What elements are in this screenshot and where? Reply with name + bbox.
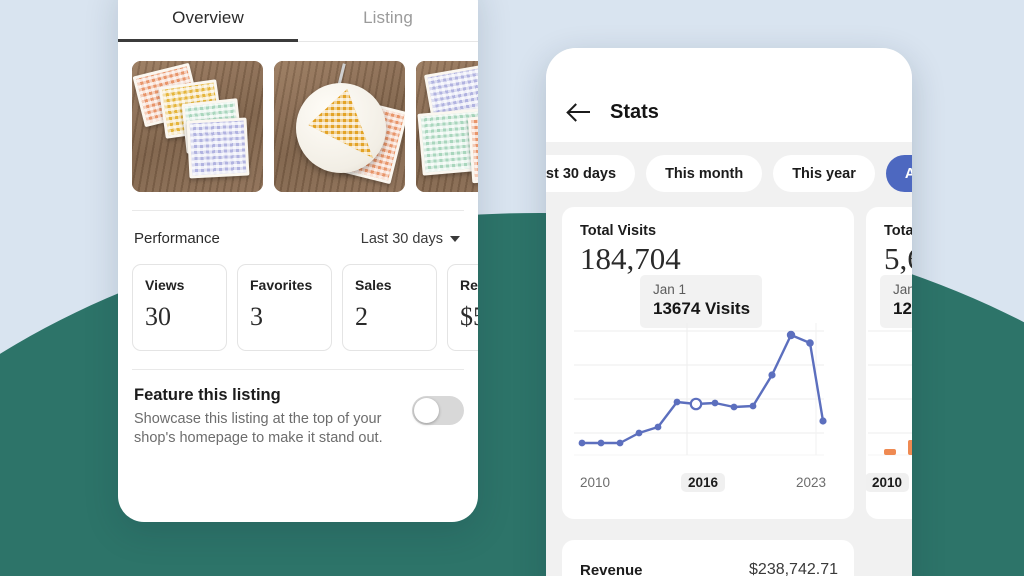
chart-tooltip: Jan 1 13674 Visits	[640, 275, 763, 328]
metric-cards-strip: Total Visits 184,704 Jan 1 13674 Visits	[546, 192, 912, 519]
stat-label: Favorites	[250, 277, 313, 293]
filter-pill-label: All time	[904, 165, 912, 182]
feature-listing-description: Showcase this listing at the top of your…	[134, 411, 383, 447]
tab-listing[interactable]: Listing	[298, 0, 478, 41]
visits-highlight-point	[689, 397, 703, 411]
performance-range-dropdown[interactable]: Last 30 days	[361, 231, 460, 247]
chart-tooltip: Jan 12 O	[880, 275, 912, 328]
tooltip-date: Jan 1	[653, 282, 687, 297]
stat-value: 30	[145, 302, 171, 331]
visits-x-axis: 2010 2016 2023	[580, 473, 826, 492]
tooltip-date: Jan	[893, 282, 912, 297]
stat-card-sales[interactable]: Sales 2	[342, 264, 437, 351]
tooltip-value: 13674 Visits	[653, 299, 751, 318]
tab-bar: Overview Listing	[118, 0, 478, 42]
toggle-knob	[414, 398, 439, 423]
stat-label: Revenue	[460, 277, 478, 293]
filter-pill-label: Last 30 days	[546, 165, 617, 182]
x-tick-highlighted: 2010	[866, 473, 910, 492]
back-arrow-icon[interactable]	[568, 100, 592, 124]
visits-data-points	[578, 330, 827, 447]
performance-title: Performance	[134, 230, 220, 247]
metric-card-total-orders[interactable]: Total Orders 5,6 Jan 12 O	[866, 207, 912, 519]
stat-label: Sales	[355, 277, 392, 293]
listing-image-3[interactable]	[416, 61, 478, 192]
metric-label: Total Visits	[580, 223, 657, 239]
visits-line	[580, 333, 825, 445]
date-filter-pills: Last 30 days This month This year All ti…	[546, 142, 912, 192]
orders-x-axis: 2010	[866, 473, 912, 492]
page-title: Stats	[610, 101, 659, 123]
filter-pill-label: This year	[792, 165, 856, 182]
stat-card-favorites[interactable]: Favorites 3	[237, 264, 332, 351]
stats-header: Stats	[546, 48, 912, 142]
revenue-summary-card[interactable]: Revenue $238,742.71	[562, 540, 854, 576]
tab-overview-label: Overview	[172, 8, 244, 27]
metric-value: 5,6	[884, 241, 912, 276]
napkin-lavender	[186, 117, 250, 179]
x-tick-highlighted: 2016	[680, 473, 726, 492]
listing-image-1[interactable]	[132, 61, 263, 192]
filter-pill-this-month[interactable]: This month	[646, 155, 763, 192]
stat-card-revenue[interactable]: Revenue $56	[447, 264, 478, 351]
filter-pill-last-30-days[interactable]: Last 30 days	[546, 155, 636, 192]
filter-pill-label: This month	[665, 165, 744, 182]
chevron-down-icon	[450, 235, 460, 242]
revenue-label: Revenue	[580, 561, 643, 576]
x-tick: 2023	[795, 475, 826, 490]
filter-pill-all-time[interactable]: All time	[885, 155, 912, 192]
feature-listing-toggle[interactable]	[412, 396, 464, 425]
filter-pill-this-year[interactable]: This year	[773, 155, 875, 192]
tab-listing-label: Listing	[363, 8, 413, 27]
listing-image-gallery	[118, 42, 478, 192]
visits-line-chart	[574, 323, 827, 456]
orders-bars	[884, 440, 912, 455]
revenue-value: $238,742.71	[749, 561, 838, 576]
metric-card-total-visits[interactable]: Total Visits 184,704 Jan 1 13674 Visits	[562, 207, 854, 519]
stat-card-views[interactable]: Views 30	[132, 264, 227, 351]
feature-listing-text: Feature this listing Showcase this listi…	[134, 386, 402, 449]
metric-label: Total Orders	[884, 223, 912, 239]
screenshot-stage: Overview Listing Performance Last 30 day…	[0, 0, 1024, 576]
tooltip-value: 12 O	[893, 299, 912, 318]
active-tab-underline	[118, 39, 298, 42]
performance-stats-row: Views 30 Favorites 3 Sales 2 Revenue $56	[118, 247, 478, 351]
stat-value: 3	[250, 302, 263, 331]
stat-value: $56	[460, 302, 478, 331]
performance-header: Performance Last 30 days	[118, 211, 478, 247]
feature-listing-title: Feature this listing	[134, 386, 281, 404]
listing-panel: Overview Listing Performance Last 30 day…	[118, 0, 478, 522]
stat-label: Views	[145, 277, 185, 293]
feature-listing-row: Feature this listing Showcase this listi…	[118, 370, 478, 449]
stats-panel: Stats Last 30 days This month This year …	[546, 48, 912, 576]
chart-gridlines	[868, 330, 912, 456]
stat-value: 2	[355, 302, 368, 331]
listing-image-2[interactable]	[274, 61, 405, 192]
tab-overview[interactable]: Overview	[118, 0, 298, 41]
performance-range-label: Last 30 days	[360, 230, 443, 247]
x-tick: 2010	[580, 475, 611, 490]
metric-value: 184,704	[580, 241, 681, 276]
orders-bar-chart	[868, 330, 912, 456]
